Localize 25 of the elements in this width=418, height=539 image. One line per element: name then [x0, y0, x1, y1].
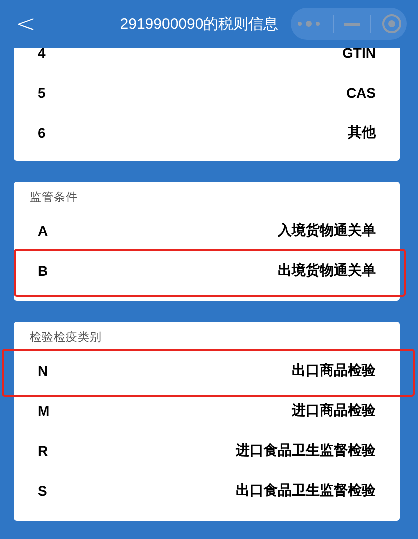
- code-label: R: [38, 443, 48, 459]
- code-label: B: [38, 263, 48, 279]
- code-label: N: [38, 363, 48, 379]
- description-label: 出口食品卫生监督检验: [236, 482, 376, 500]
- back-button[interactable]: <: [14, 8, 38, 40]
- description-label: 进口食品卫生监督检验: [236, 442, 376, 460]
- code-label: A: [38, 223, 48, 239]
- section-title: 检验检疫类别: [29, 330, 103, 346]
- description-label: 进口商品检验: [292, 402, 376, 420]
- code-label: M: [38, 403, 50, 419]
- code-label: 6: [38, 125, 46, 141]
- description-label: 出口商品检验: [292, 362, 376, 380]
- code-label: 5: [38, 85, 46, 101]
- description-label: 入境货物通关单: [278, 222, 376, 240]
- description-label: GTIN: [342, 48, 376, 61]
- minimize-icon[interactable]: [344, 22, 360, 26]
- description-label: CAS: [346, 85, 376, 101]
- code-label: 4: [38, 48, 46, 61]
- code-label: S: [38, 483, 48, 499]
- page-title: 2919900090的税则信息: [119, 14, 280, 34]
- more-icon[interactable]: [296, 20, 322, 28]
- section-title: 监管条件: [29, 190, 79, 206]
- close-icon[interactable]: [382, 14, 402, 34]
- description-label: 出境货物通关单: [278, 262, 376, 280]
- description-label: 其他: [348, 124, 376, 142]
